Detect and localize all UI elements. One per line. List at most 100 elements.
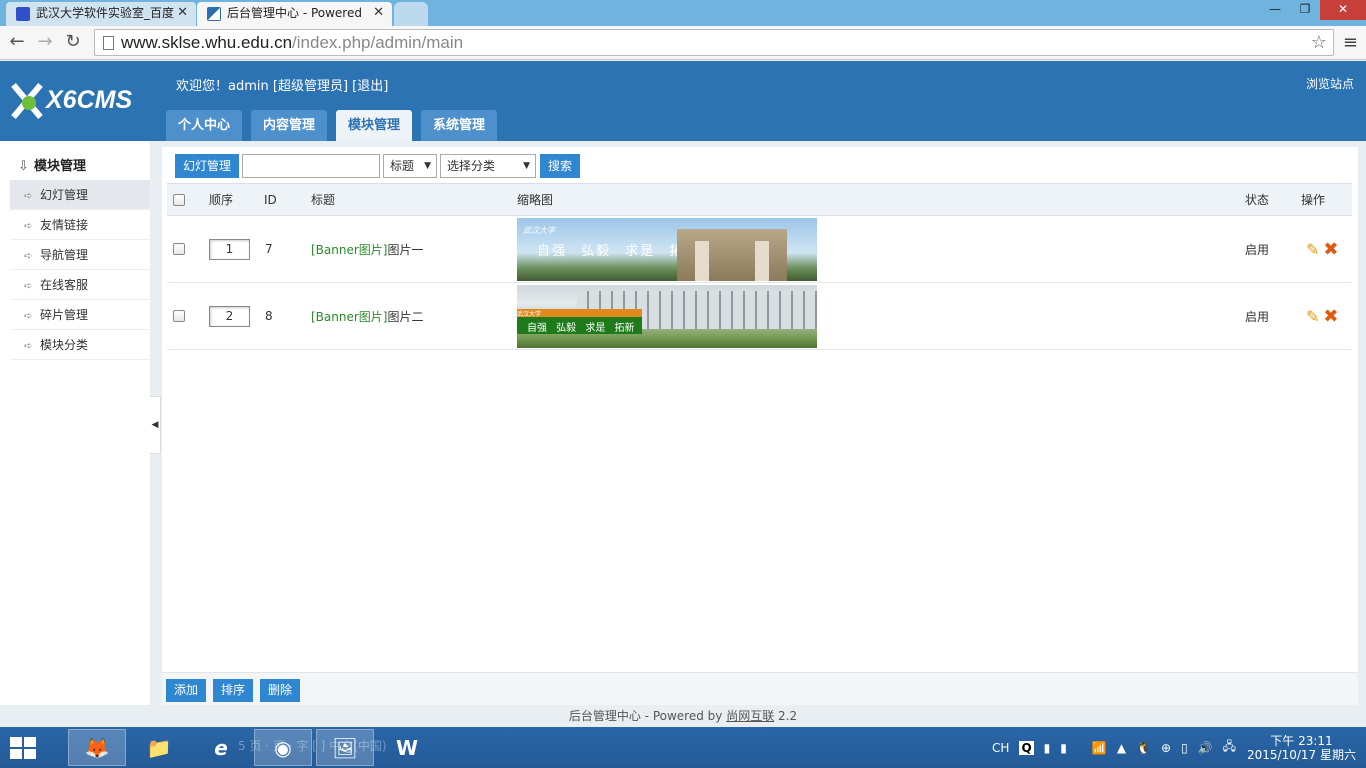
browser-tab-1[interactable]: 武汉大学软件实验室_百度 ✕ [6,2,196,26]
dropdown-caret-icon: ▼ [424,161,432,171]
network-icon[interactable]: 🖧 [1223,737,1236,758]
header-operations: 操作 [1301,193,1326,207]
sidebar-item-fragments[interactable]: ➪ 碎片管理 [10,300,150,330]
logo-text: X6CMS [46,85,133,114]
add-button[interactable]: 添加 [166,679,207,702]
address-bar[interactable]: www.sklse.whu.edu.cn/index.php/admin/mai… [94,29,1334,56]
slides-section-button[interactable]: 幻灯管理 [175,154,240,178]
close-icon[interactable]: ✕ [373,2,384,24]
tab-content-management[interactable]: 内容管理 [251,110,328,141]
select-all-checkbox[interactable] [173,193,185,206]
row-title[interactable]: [Banner图片] 图片一 [311,216,424,282]
forward-arrow-icon[interactable]: → [34,32,56,54]
baidu-icon [16,7,30,21]
footer-brand-link[interactable]: 尚网互联 [726,709,774,723]
restore-icon[interactable]: ❐ [1290,0,1320,20]
row-checkbox[interactable] [173,243,185,255]
x6cms-logo: X6CMS [6,79,132,121]
reload-icon[interactable]: ↻ [62,32,84,54]
header-title: 标题 [311,193,336,207]
row-id: 7 [265,242,273,256]
url-text: www.sklse.whu.edu.cn/index.php/admin/mai… [121,33,464,52]
new-tab-button[interactable] [394,2,428,26]
file-explorer-icon[interactable]: 📁 [130,729,188,766]
bottom-action-bar: 添加 排序 删除 [162,672,1358,705]
sidebar: ⇩ 模块管理 ➪ 幻灯管理 ➪ 友情链接 ➪ 导航管理 ➪ 在线客服 ➪ 碎片管理 ➪ 模块分… [0,141,150,705]
header-thumbnail: 缩略图 [517,193,554,207]
back-arrow-icon[interactable]: ← [6,32,28,54]
fox-app-icon[interactable]: 🦊 [68,729,126,766]
tab-personal-center[interactable]: 个人中心 [166,110,243,141]
main-panel: 幻灯管理 标题 ▼ 选择分类 ▼ 搜索 顺序 ID 标题 缩略图 状态 操作 1 7… [162,147,1358,705]
row-checkbox[interactable] [173,310,185,322]
wifi-icon[interactable]: 📶 [1092,741,1107,755]
browser-menu-icon[interactable]: ≡ [1343,32,1358,53]
sidebar-item-module-category[interactable]: ➪ 模块分类 [10,330,150,360]
header-id: ID [264,192,277,207]
browser-tab-2-title: 后台管理中心 - Powered [227,6,362,20]
window-close-icon[interactable]: ✕ [1320,0,1366,20]
order-input[interactable]: 1 [209,238,250,260]
tab-module-management[interactable]: 模块管理 [336,110,413,141]
arrow-right-icon: ➪ [24,341,33,352]
banner-thumbnail: 武汉大学 自强 弘毅 求是 拓新 [517,284,817,348]
row-category-link[interactable]: [Banner图片] [311,241,387,258]
minimize-icon[interactable]: — [1260,0,1290,20]
field-select[interactable]: 标题 ▼ [383,154,438,178]
arrow-right-icon: ➪ [24,311,33,322]
delete-x-icon[interactable]: ✖ [1323,239,1338,260]
delete-x-icon[interactable]: ✖ [1323,306,1338,327]
clock-date: 2015/10/17 星期六 [1247,747,1356,762]
system-clock[interactable]: 下午 23:11 2015/10/17 星期六 [1247,734,1356,762]
sidebar-item-online-service[interactable]: ➪ 在线客服 [10,270,150,300]
browser-toolbar: ← → ↻ www.sklse.whu.edu.cn/index.php/adm… [0,26,1366,60]
delete-button[interactable]: 删除 [260,679,301,702]
row-category-link[interactable]: [Banner图片] [311,308,387,325]
battery-icon[interactable]: ▯ [1181,741,1188,755]
welcome-text: 欢迎您！admin [176,79,269,94]
windows-taskbar: 🦊 📁 e ◉ 🖼 W 5 页 · 页 · 字 [ ] 中文(中国) CH Q … [0,727,1366,768]
browser-tab-bar: 武汉大学软件实验室_百度 ✕ 后台管理中心 - Powered ✕ — ❐ ✕ [0,0,1366,26]
volume-icon[interactable]: 🔊 [1198,741,1213,755]
clock-time: 下午 23:11 [1270,733,1333,748]
bookmark-star-icon[interactable]: ☆ [1311,32,1327,53]
role-link[interactable]: [超级管理员] [273,79,348,94]
tray-expand-icon[interactable]: ▲ [1117,741,1126,755]
search-input[interactable] [242,154,381,178]
sidebar-item-slides[interactable]: ➪ 幻灯管理 [10,180,150,210]
sidebar-collapse-handle[interactable]: ◀ [150,396,161,454]
browser-tab-1-title: 武汉大学软件实验室_百度 [36,6,175,20]
banner-thumbnail: 武汉大学 自强 弘毅 求是 拓新 [517,217,817,281]
arrow-right-icon: ➪ [24,221,33,232]
window-controls: — ❐ ✕ [1260,0,1366,20]
browser-tab-2[interactable]: 后台管理中心 - Powered ✕ [197,2,392,26]
edit-pencil-icon[interactable]: ✎ [1306,240,1319,259]
welcome-bar: 欢迎您！admin [超级管理员] [退出] [176,75,388,94]
background-window-text: 5 页 · 页 · 字 [ ] 中文(中国) [238,739,387,753]
category-select[interactable]: 选择分类 ▼ [440,154,537,178]
arrow-right-icon: ➪ [24,281,33,292]
tray-plus-icon[interactable]: ⊕ [1161,741,1171,755]
search-button[interactable]: 搜索 [540,154,581,178]
ime-indicator[interactable]: CH [992,741,1009,755]
windows-start-icon[interactable] [10,737,38,759]
tray-app-icon[interactable]: ▮ [1060,741,1067,755]
slides-table: 顺序 ID 标题 缩略图 状态 操作 1 7 [Banner图片] 图片一 武汉大… [167,183,1352,350]
tab-system-management[interactable]: 系统管理 [421,110,498,141]
browse-site-link[interactable]: 浏览站点 [1306,75,1354,92]
ime-letter[interactable]: Q [1019,740,1034,755]
arrow-right-icon: ➪ [24,251,33,262]
order-input[interactable]: 2 [209,305,250,327]
table-row: 2 8 [Banner图片] 图片二 武汉大学 自强 弘毅 求是 拓新 启用 ✎ … [167,283,1352,350]
row-title[interactable]: [Banner图片] 图片二 [311,283,424,349]
sidebar-item-friend-links[interactable]: ➪ 友情链接 [10,210,150,240]
main-tabs: 个人中心 内容管理 模块管理 系统管理 [166,110,506,141]
logout-link[interactable]: [退出] [352,79,388,94]
sort-button[interactable]: 排序 [213,679,254,702]
qq-icon[interactable]: 🐧 [1136,741,1151,755]
sidebar-item-navigation[interactable]: ➪ 导航管理 [10,240,150,270]
tray-app-icon[interactable]: ▮ [1044,741,1051,755]
edit-pencil-icon[interactable]: ✎ [1306,307,1319,326]
close-icon[interactable]: ✕ [177,2,188,24]
table-header: 顺序 ID 标题 缩略图 状态 操作 [167,183,1352,216]
